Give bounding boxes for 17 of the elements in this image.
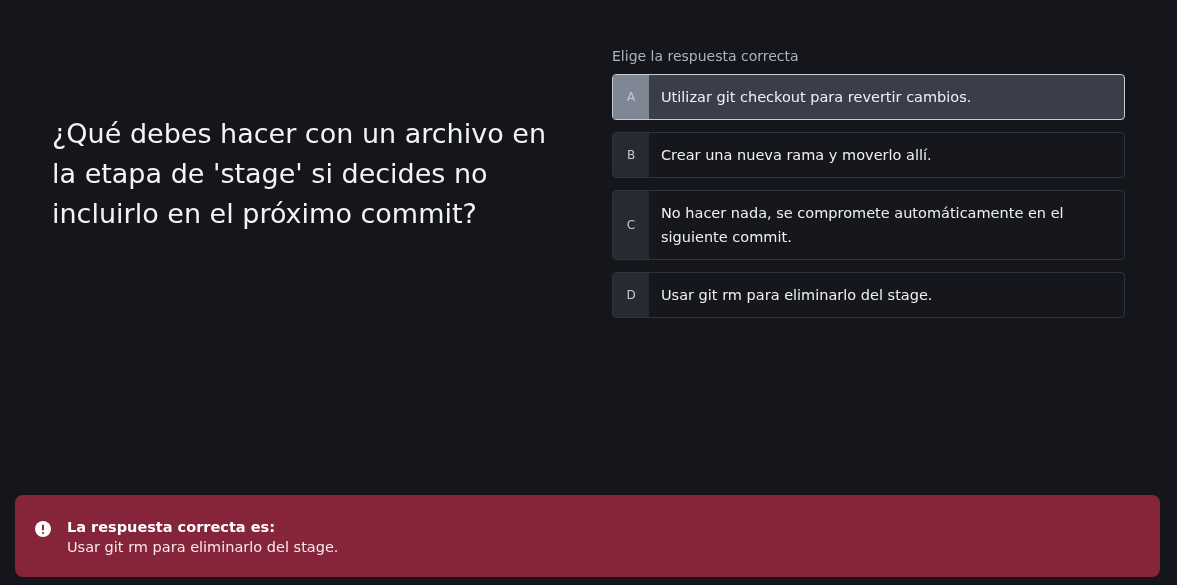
answer-option[interactable]: A Utilizar git checkout para revertir cambios. <box>612 74 1125 120</box>
feedback-title: La respuesta correcta es: <box>67 519 276 535</box>
correct-answer-text: Usar git rm para eliminarlo del stage. <box>67 539 339 555</box>
option-letter: D <box>613 273 649 317</box>
answer-prompt: Elige la respuesta correcta <box>612 48 800 64</box>
option-text: Utilizar git checkout para revertir cambios. <box>660 88 973 107</box>
question-text: ¿Qué debes hacer con un archivo en la etapa de 'stage' si decides no incluirlo en el próximo commit? <box>52 117 547 231</box>
option-letter: C <box>613 191 649 259</box>
option-letter: B <box>613 133 649 177</box>
option-letter: A <box>613 75 649 119</box>
alert-icon <box>35 521 51 537</box>
option-text: Crear una nueva rama y moverlo allí. <box>660 146 933 165</box>
option-text: Usar git rm para eliminarlo del stage. <box>660 286 934 305</box>
answer-option[interactable]: D Usar git rm para eliminarlo del stage. <box>612 272 1125 318</box>
answer-option[interactable]: C No hacer nada, se compromete automáticamente en el siguiente commit. <box>612 190 1125 260</box>
answer-option[interactable]: B Crear una nueva rama y moverlo allí. <box>612 132 1125 178</box>
option-text: No hacer nada, se compromete automáticamente en el siguiente commit. <box>660 204 1065 247</box>
